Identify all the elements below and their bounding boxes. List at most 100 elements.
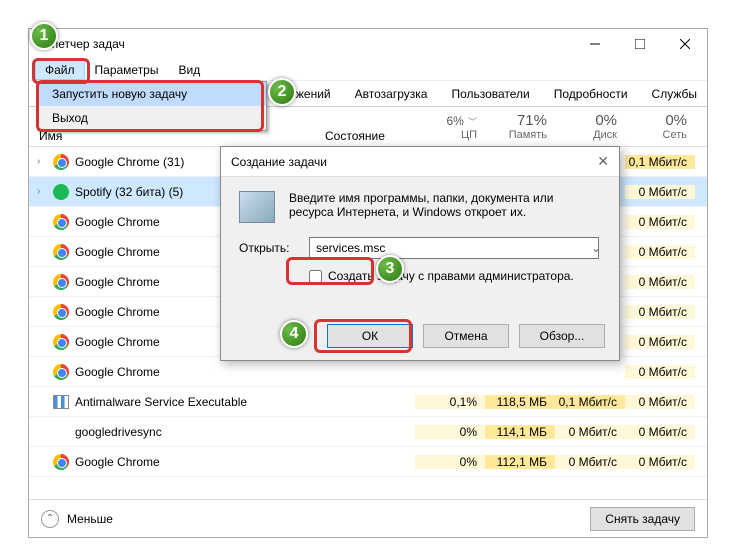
dialog-buttons: ОК Отмена Обзор... xyxy=(327,324,605,348)
process-name: Google Chrome (31) xyxy=(75,155,184,169)
process-name: Google Chrome xyxy=(75,335,160,349)
cell-disk: 0 Мбит/с xyxy=(555,425,625,439)
dialog-title: Создание задачи xyxy=(231,155,327,169)
footer: ⌃ Меньше Снять задачу xyxy=(29,499,707,537)
browse-button[interactable]: Обзор... xyxy=(519,324,605,348)
chrome-icon xyxy=(53,364,69,380)
ok-button[interactable]: ОК xyxy=(327,324,413,348)
chrome-icon xyxy=(53,154,69,170)
process-name: Spotify (32 бита) (5) xyxy=(75,185,183,199)
cell-net: 0 Мбит/с xyxy=(625,275,695,289)
cell-cpu: 0% xyxy=(415,425,485,439)
callout-2: 2 xyxy=(268,78,296,106)
chrome-icon xyxy=(53,454,69,470)
cell-net: 0 Мбит/с xyxy=(625,335,695,349)
cell-name: googledrivesync xyxy=(29,425,325,439)
menubar: Файл Параметры Вид xyxy=(29,59,707,81)
col-disk[interactable]: 0%Диск xyxy=(555,112,625,141)
chrome-icon xyxy=(53,274,69,290)
chrome-icon xyxy=(53,304,69,320)
titlebar: испетчер задач xyxy=(29,29,707,59)
menu-file[interactable]: Файл xyxy=(35,60,85,80)
chrome-icon xyxy=(53,334,69,350)
chevron-up-icon: ⌃ xyxy=(41,510,59,528)
process-name: Google Chrome xyxy=(75,215,160,229)
chrome-icon xyxy=(53,244,69,260)
cell-net: 0 Мбит/с xyxy=(625,425,695,439)
menu-exit[interactable]: Выход xyxy=(38,106,266,130)
cell-net: 0 Мбит/с xyxy=(625,215,695,229)
cell-name: Google Chrome xyxy=(29,454,325,470)
cell-cpu: 0% xyxy=(415,455,485,469)
run-icon xyxy=(239,191,275,223)
cell-net: 0 Мбит/с xyxy=(625,455,695,469)
cell-net: 0 Мбит/с xyxy=(625,185,695,199)
expand-icon[interactable]: › xyxy=(37,156,47,167)
open-label: Открыть: xyxy=(239,241,299,255)
callout-3: 3 xyxy=(376,255,404,283)
process-name: Google Chrome xyxy=(75,455,160,469)
cancel-button[interactable]: Отмена xyxy=(423,324,509,348)
spotify-icon xyxy=(53,184,69,200)
process-name: Google Chrome xyxy=(75,365,160,379)
col-mem[interactable]: 71%Память xyxy=(485,112,555,141)
admin-label: Создать задачу с правами администратора. xyxy=(328,269,574,283)
menu-options[interactable]: Параметры xyxy=(85,60,169,80)
callout-4: 4 xyxy=(280,320,308,348)
process-name: Google Chrome xyxy=(75,245,160,259)
cell-net: 0 Мбит/с xyxy=(625,305,695,319)
cell-cpu: 0,1% xyxy=(415,395,485,409)
cell-mem: 118,5 МБ xyxy=(485,395,555,409)
callout-1: 1 xyxy=(30,22,58,50)
process-name: Google Chrome xyxy=(75,275,160,289)
table-row[interactable]: Google Chrome 0 Мбит/с xyxy=(29,357,707,387)
table-row[interactable]: Google Chrome0%112,1 МБ0 Мбит/с0 Мбит/с xyxy=(29,447,707,477)
fewer-label: Меньше xyxy=(67,512,113,526)
dialog-titlebar: Создание задачи ✕ xyxy=(221,147,619,177)
open-input[interactable] xyxy=(309,237,599,259)
tab-startup[interactable]: Автозагрузка xyxy=(345,83,438,105)
table-row[interactable]: googledrivesync0%114,1 МБ0 Мбит/с0 Мбит/… xyxy=(29,417,707,447)
table-row[interactable]: Antimalware Service Executable 0,1%118,5 … xyxy=(29,387,707,417)
tab-details[interactable]: Подробности xyxy=(544,83,638,105)
cell-name: Antimalware Service Executable xyxy=(29,395,325,409)
fewer-button[interactable]: ⌃ Меньше xyxy=(41,510,113,528)
sort-icon: ﹀ xyxy=(468,117,477,127)
dropdown-icon[interactable]: ⌄ xyxy=(591,241,601,255)
admin-row: Создать задачу с правами администратора. xyxy=(239,269,601,283)
cell-net: 0 Мбит/с xyxy=(625,365,695,379)
dialog-close-icon[interactable]: ✕ xyxy=(597,153,609,170)
process-name: Google Chrome xyxy=(75,305,160,319)
col-state[interactable]: Состояние xyxy=(325,111,415,143)
open-row: Открыть: ⌄ xyxy=(239,237,601,259)
cell-net: 0 Мбит/с xyxy=(625,245,695,259)
cell-disk: 0 Мбит/с xyxy=(555,455,625,469)
antimalware-icon xyxy=(53,395,69,409)
menu-view[interactable]: Вид xyxy=(168,60,210,80)
dialog-body: Введите имя программы, папки, документа … xyxy=(221,177,619,297)
tab-services[interactable]: Службы xyxy=(642,83,707,105)
cell-name: Google Chrome xyxy=(29,364,325,380)
dialog-desc-row: Введите имя программы, папки, документа … xyxy=(239,191,601,223)
menu-new-task[interactable]: Запустить новую задачу xyxy=(38,82,266,106)
minimize-button[interactable] xyxy=(572,29,617,59)
close-button[interactable] xyxy=(662,29,707,59)
tab-users[interactable]: Пользователи xyxy=(441,83,539,105)
file-dropdown: Запустить новую задачу Выход xyxy=(37,81,267,131)
expand-icon[interactable]: › xyxy=(37,186,47,197)
maximize-button[interactable] xyxy=(617,29,662,59)
cell-disk: 0,1 Мбит/с xyxy=(555,395,625,409)
admin-checkbox[interactable] xyxy=(309,270,322,283)
process-name: googledrivesync xyxy=(75,425,162,439)
col-net[interactable]: 0%Сеть xyxy=(625,112,695,141)
process-name: Antimalware Service Executable xyxy=(75,395,247,409)
col-cpu[interactable]: 6% ﹀ЦП xyxy=(415,112,485,141)
end-task-button[interactable]: Снять задачу xyxy=(590,507,695,531)
window-controls xyxy=(572,29,707,59)
cell-mem: 114,1 МБ xyxy=(485,425,555,439)
cell-net: 0 Мбит/с xyxy=(625,395,695,409)
cell-net: 0,1 Мбит/с xyxy=(625,155,695,169)
cell-mem: 112,1 МБ xyxy=(485,455,555,469)
chrome-icon xyxy=(53,214,69,230)
dialog-desc: Введите имя программы, папки, документа … xyxy=(289,191,601,223)
